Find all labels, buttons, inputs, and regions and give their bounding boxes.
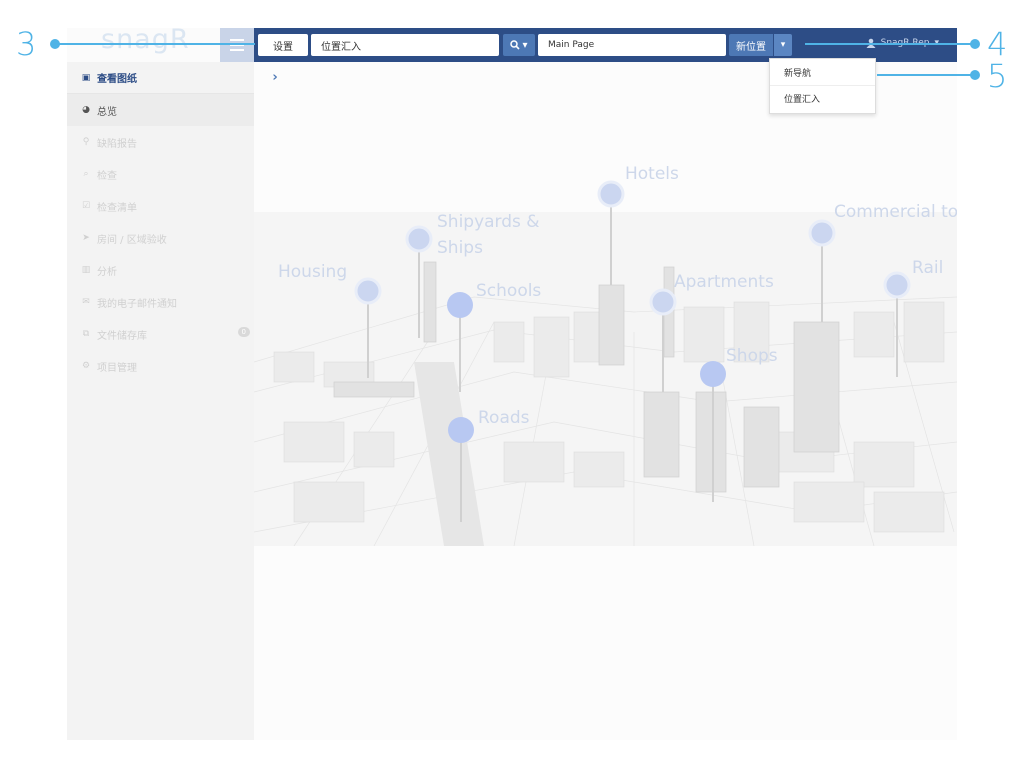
callout-lines <box>50 39 980 80</box>
callout-number-3: 3 <box>16 25 37 63</box>
callout-number-5: 5 <box>987 57 1008 95</box>
callout-dot-5 <box>970 70 980 80</box>
callout-dot-4 <box>970 39 980 49</box>
callout-dot-3 <box>50 39 60 49</box>
callout-number-4: 4 <box>987 25 1008 63</box>
